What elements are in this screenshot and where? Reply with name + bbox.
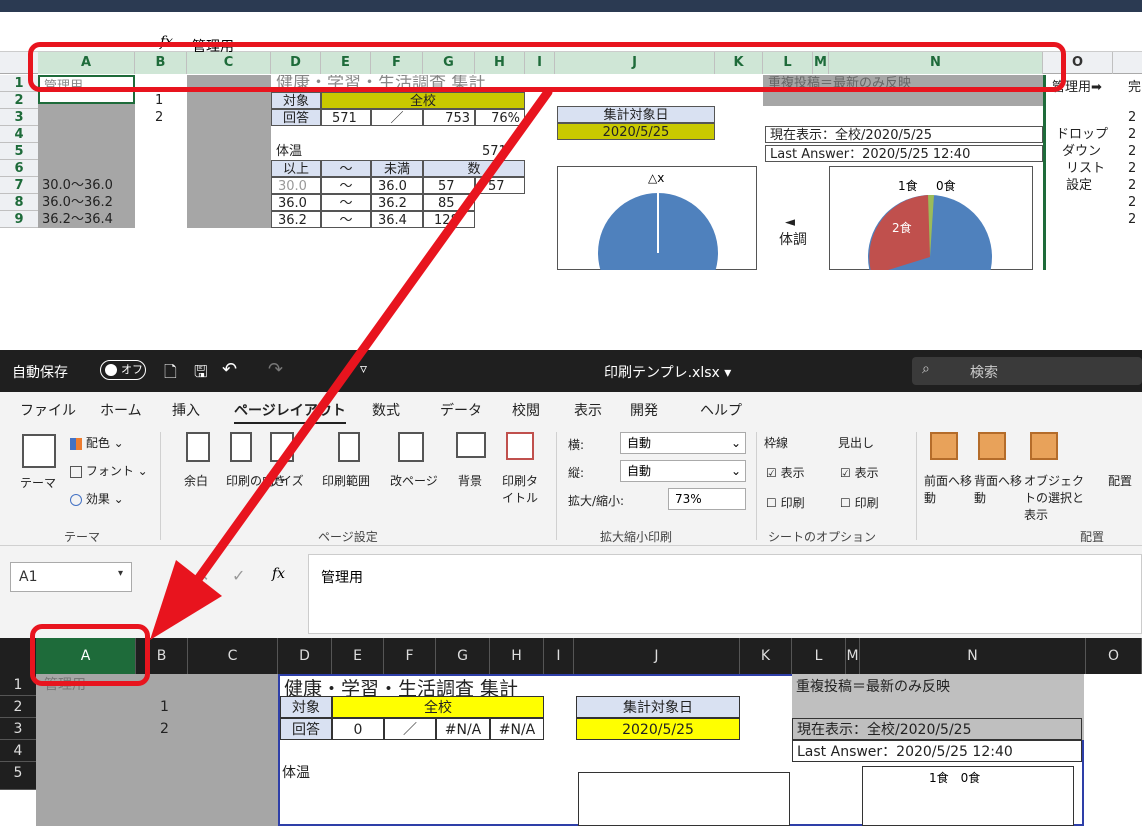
red-arrow [150,87,553,640]
